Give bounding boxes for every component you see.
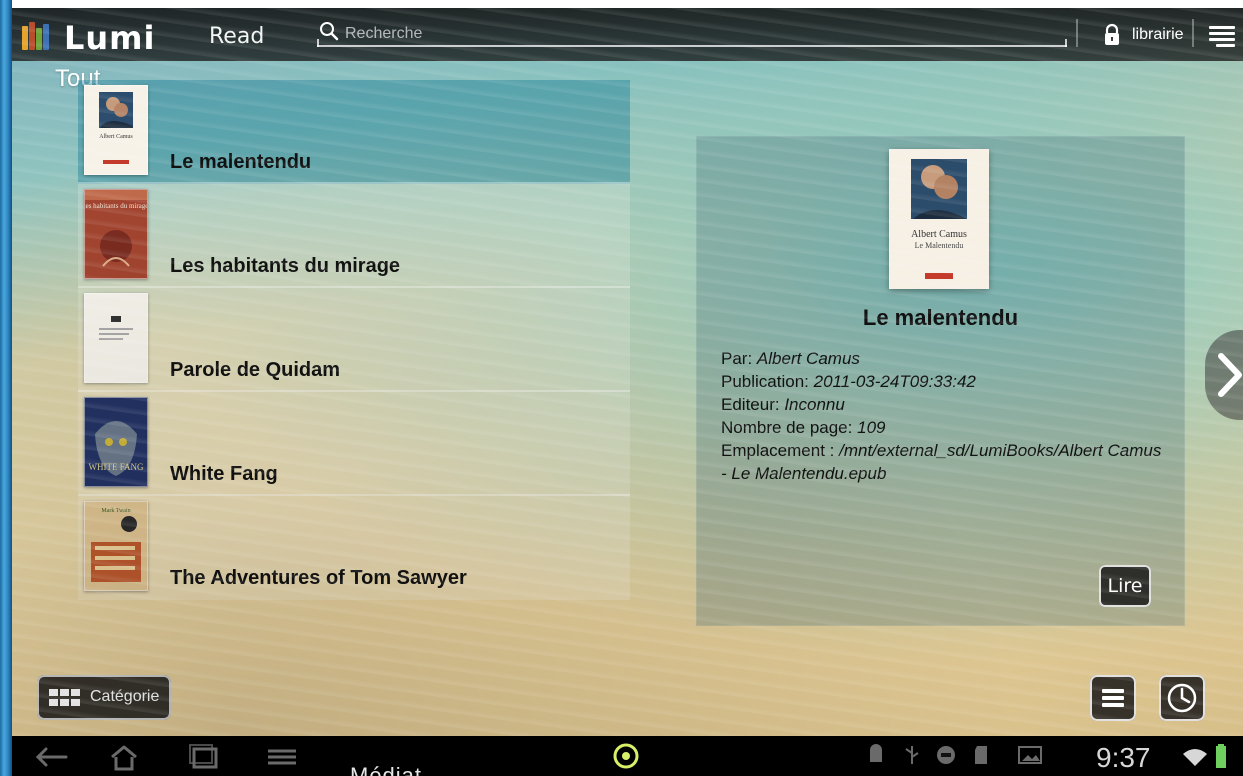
app-screen: Lumi Read Recherche librairie Tout Alber… bbox=[12, 8, 1243, 736]
library-label: librairie bbox=[1132, 26, 1184, 43]
adblock-icon bbox=[937, 746, 955, 764]
system-navigation-bar: Médiat 9:37 bbox=[12, 736, 1243, 776]
lock-icon bbox=[1100, 23, 1124, 47]
meta-pages-label: Nombre de page: bbox=[721, 418, 853, 437]
top-bar: Lumi Read Recherche librairie bbox=[12, 8, 1243, 61]
app-logo-title: Lumi bbox=[64, 19, 156, 57]
topbar-divider bbox=[1076, 19, 1078, 47]
list-view-button[interactable] bbox=[1090, 675, 1136, 721]
meta-author: Par: Albert Camus bbox=[721, 347, 1171, 370]
meta-publication: Publication: 2011-03-24T09:33:42 bbox=[721, 370, 1171, 393]
meta-editor: Editeur: Inconnu bbox=[721, 393, 1171, 416]
meta-location: Emplacement : /mnt/external_sd/LumiBooks… bbox=[721, 439, 1171, 485]
meta-editor-value: Inconnu bbox=[784, 395, 845, 414]
target-icon bbox=[613, 743, 639, 769]
home-icon[interactable] bbox=[104, 743, 144, 771]
book-title: Les habitants du mirage bbox=[170, 255, 401, 277]
book-cover-thumbnail: Albert Camus bbox=[84, 85, 148, 175]
next-page-button[interactable] bbox=[1205, 330, 1243, 420]
book-cover: Albert Camus Le Malentendu bbox=[889, 149, 989, 289]
meta-publication-value: 2011-03-24T09:33:42 bbox=[813, 372, 976, 391]
books-logo-icon bbox=[22, 20, 54, 50]
book-list: Albert Camus Le malentendu les habitants… bbox=[78, 80, 630, 600]
book-title: White Fang bbox=[170, 463, 278, 485]
book-list-item[interactable]: Albert Camus Le malentendu bbox=[78, 80, 630, 184]
meta-author-label: Par: bbox=[721, 349, 753, 368]
book-details-panel: Albert Camus Le Malentendu Le malentendu… bbox=[696, 136, 1185, 626]
library-button[interactable]: librairie bbox=[1100, 20, 1184, 50]
book-title: The Adventures of Tom Sawyer bbox=[170, 567, 467, 589]
status-time: 9:37 bbox=[1096, 742, 1151, 773]
android-icon bbox=[870, 744, 882, 762]
thumb-author: Albert Camus bbox=[99, 134, 133, 140]
book-list-item[interactable]: WHITE FANG White Fang bbox=[78, 392, 630, 496]
read-button[interactable]: Lire bbox=[1099, 565, 1151, 607]
usb-icon bbox=[905, 746, 919, 764]
thumb-title: les habitants du mirage bbox=[85, 202, 147, 210]
book-cover-thumbnail: Mark Twain bbox=[84, 501, 148, 591]
sd-card-icon bbox=[975, 746, 987, 764]
menu-lines-icon[interactable] bbox=[262, 743, 302, 771]
book-title: Parole de Quidam bbox=[170, 359, 341, 381]
meta-location-label: Emplacement : bbox=[721, 441, 835, 460]
grid-icon bbox=[49, 689, 83, 707]
image-icon bbox=[1018, 746, 1042, 764]
recent-apps-icon[interactable] bbox=[184, 743, 224, 771]
book-metadata: Par: Albert Camus Publication: 2011-03-2… bbox=[721, 347, 1171, 485]
thumb-title: WHITE FANG bbox=[88, 462, 144, 472]
meta-author-value: Albert Camus bbox=[756, 349, 860, 368]
cover-title: Le Malentendu bbox=[915, 241, 964, 250]
meta-publication-label: Publication: bbox=[721, 372, 809, 391]
search-underline-left-cap bbox=[317, 39, 319, 47]
cover-author: Albert Camus bbox=[911, 229, 967, 240]
chevron-right-icon bbox=[1218, 353, 1242, 397]
book-list-item[interactable]: Mark Twain The Adventures of Tom Sawyer bbox=[78, 496, 630, 600]
topbar-divider-right bbox=[1192, 19, 1194, 47]
search-icon bbox=[319, 21, 339, 43]
book-list-item[interactable]: Parole de Quidam bbox=[78, 288, 630, 392]
wifi-icon bbox=[1183, 749, 1207, 766]
device-frame: Lumi Read Recherche librairie Tout Alber… bbox=[0, 0, 1243, 776]
search-underline bbox=[317, 45, 1067, 47]
menu-icon[interactable] bbox=[1206, 20, 1238, 50]
app-logo-suffix: Read bbox=[209, 24, 265, 49]
book-details-title: Le malentendu bbox=[862, 305, 1019, 330]
search-input[interactable] bbox=[343, 21, 1047, 47]
clock-icon bbox=[1167, 683, 1197, 713]
meta-editor-label: Editeur: bbox=[721, 395, 780, 414]
search-underline-right-cap bbox=[1065, 39, 1067, 47]
category-label: Catégorie bbox=[90, 688, 160, 705]
search-field[interactable] bbox=[317, 20, 1067, 50]
category-button[interactable]: Catégorie bbox=[37, 675, 171, 720]
meta-pages: Nombre de page: 109 bbox=[721, 416, 1171, 439]
book-list-item[interactable]: les habitants du mirage Les habitants du… bbox=[78, 184, 630, 288]
list-icon bbox=[1102, 689, 1124, 693]
thumb-author: Mark Twain bbox=[101, 508, 130, 514]
book-cover-thumbnail: WHITE FANG bbox=[84, 397, 148, 487]
book-cover-thumbnail bbox=[84, 293, 148, 383]
book-title: Le malentendu bbox=[170, 151, 312, 173]
history-button[interactable] bbox=[1159, 675, 1205, 721]
meta-pages-value: 109 bbox=[857, 418, 886, 437]
watermark-text: Médiat bbox=[350, 763, 423, 776]
battery-icon bbox=[1216, 744, 1226, 768]
back-icon[interactable] bbox=[32, 743, 72, 771]
book-cover-thumbnail: les habitants du mirage bbox=[84, 189, 148, 279]
